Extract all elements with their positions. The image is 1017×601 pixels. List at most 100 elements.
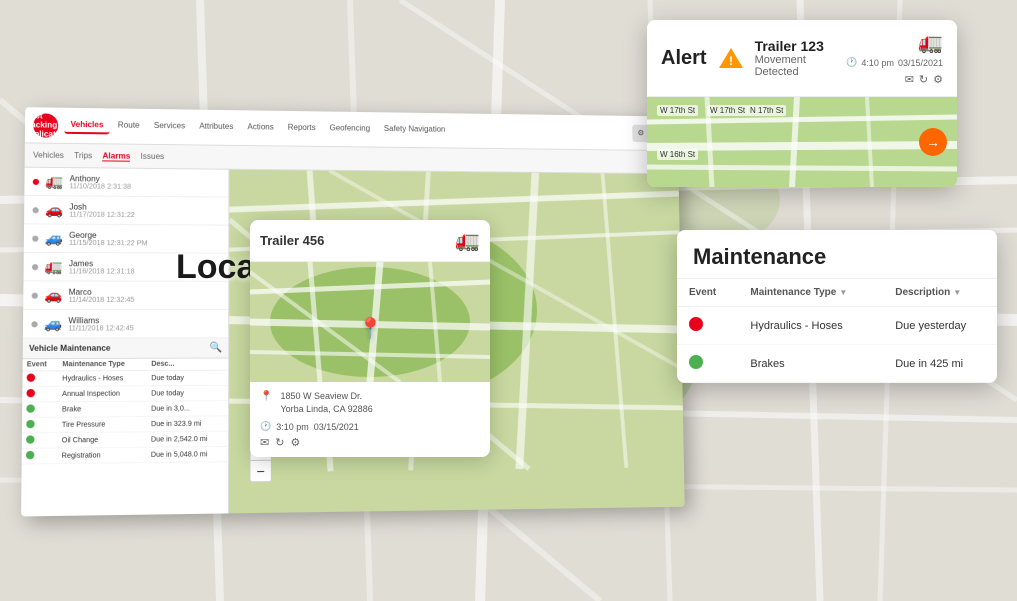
location-address-2: Yorba Linda, CA 92886 [280, 403, 372, 416]
nav-tab-route[interactable]: Route [112, 117, 146, 134]
maint-row-3[interactable]: Brake Due in 3,0... [22, 401, 228, 418]
truck-alert-icon: 🚛 [918, 30, 943, 55]
maint-col-event: Event [677, 279, 738, 307]
settings-card-icon[interactable]: ⚙ [290, 436, 300, 449]
street-label-2: N 17th St [747, 105, 786, 116]
mini-map-pin: 📍 [358, 316, 383, 341]
warning-triangle: ! [717, 46, 745, 70]
alert-title: Alert [661, 47, 707, 70]
sub-tab-issues[interactable]: Issues [141, 152, 165, 161]
col-desc: Desc... [147, 358, 228, 370]
event-dot-2 [27, 389, 35, 397]
maint-card-type-1: Hydraulics - Hoses [738, 307, 883, 345]
maint-card-desc-1: Due yesterday [883, 307, 997, 345]
event-dot-4 [26, 420, 34, 428]
logo-text: Fleet Tracking Application [23, 111, 68, 139]
maintenance-label: Vehicle Maintenance [29, 344, 111, 353]
maint-desc-2: Due today [147, 385, 228, 401]
nav-tab-services[interactable]: Services [148, 118, 191, 136]
maintenance-card: Maintenance Event Maintenance Type ▼ Des… [677, 230, 997, 383]
alert-navigate-button[interactable]: → [919, 128, 947, 156]
status-dot-4 [32, 264, 38, 270]
vehicle-time-3: 11/15/2018 12:31:22 PM [69, 239, 220, 247]
status-dot-5 [32, 292, 38, 298]
sidebar-vehicle-2[interactable]: 🚗 Josh 11/17/2018 12:31:22 [24, 196, 228, 226]
truck-icon: 🚛 [455, 228, 480, 253]
maintenance-sidebar-table: Event Maintenance Type Desc... Hydraulic… [22, 358, 229, 464]
maint-desc-6: Due in 5,048.0 mi [147, 446, 228, 462]
maint-row-4[interactable]: Tire Pressure Due in 323.9 mi [22, 416, 228, 433]
maint-card-dot-2 [689, 355, 703, 369]
desc-sort-icon[interactable]: ▼ [953, 288, 961, 297]
maint-card-desc-2: Due in 425 mi [883, 345, 997, 383]
maintenance-card-header: Maintenance [677, 230, 997, 279]
zoom-out-button[interactable]: − [251, 461, 271, 482]
maint-card-dot-1 [689, 317, 703, 331]
maintenance-card-row-2[interactable]: Brakes Due in 425 mi [677, 345, 997, 383]
vehicle-name-3: George [69, 230, 220, 240]
status-dot-2 [32, 207, 38, 213]
app-logo: Fleet Tracking Application [33, 113, 58, 137]
nav-tab-actions[interactable]: Actions [241, 119, 279, 136]
maint-desc-4: Due in 323.9 mi [147, 416, 228, 432]
nav-tab-reports[interactable]: Reports [282, 120, 322, 137]
search-icon[interactable]: 🔍 [209, 342, 222, 353]
alert-time: 4:10 pm [861, 58, 894, 68]
maint-type-4: Tire Pressure [58, 416, 147, 432]
sub-tab-alarms[interactable]: Alarms [102, 151, 130, 161]
alert-info: Trailer 123 Movement Detected [755, 38, 837, 78]
alert-meta: 🚛 🕐 4:10 pm 03/15/2021 ✉ ↻ ⚙ [846, 30, 943, 86]
clock-icon: 🕐 [260, 421, 271, 432]
maint-desc-1: Due today [147, 370, 228, 386]
vehicle-time-2: 11/17/2018 12:31:22 [69, 211, 220, 219]
sub-tab-vehicles[interactable]: Vehicles [33, 151, 64, 160]
maint-col-type: Maintenance Type ▼ [738, 279, 883, 307]
location-card-actions: ✉ ↻ ⚙ [260, 436, 480, 449]
alert-event: Movement Detected [755, 54, 837, 78]
type-sort-icon[interactable]: ▼ [839, 288, 847, 297]
vehicle-icon-5: 🚗 [44, 287, 62, 304]
maintenance-card-row-1[interactable]: Hydraulics - Hoses Due yesterday [677, 307, 997, 345]
alert-header: Alert ! Trailer 123 Movement Detected 🚛 … [647, 20, 957, 97]
location-date: 03/15/2021 [314, 422, 359, 432]
maint-desc-5: Due in 2,542.0 mi [147, 431, 228, 447]
vehicle-icon-6: 🚙 [44, 315, 62, 332]
alert-clock-icon: 🕐 [846, 57, 857, 68]
maint-type-6: Registration [57, 447, 146, 463]
maint-type-2: Annual Inspection [58, 386, 147, 402]
event-dot-3 [26, 404, 34, 412]
location-mini-map: 📍 [250, 262, 490, 382]
alert-settings-icon[interactable]: ⚙ [933, 73, 943, 86]
nav-tab-safety[interactable]: Safety Navigation [378, 121, 451, 139]
vehicle-time-5: 11/14/2018 12:32:45 [69, 296, 221, 303]
maint-row-1[interactable]: Hydraulics - Hoses Due today [22, 370, 228, 386]
svg-text:!: ! [729, 54, 733, 68]
alert-refresh-icon[interactable]: ↻ [919, 73, 928, 86]
alert-message-icon[interactable]: ✉ [905, 73, 914, 86]
location-address-1: 1850 W Seaview Dr. [280, 390, 372, 403]
vehicle-icon-3: 🚙 [45, 230, 63, 247]
maint-desc-3: Due in 3,0... [147, 401, 228, 417]
maint-row-6[interactable]: Registration Due in 5,048.0 mi [22, 446, 228, 464]
sidebar-vehicle-1[interactable]: 🚛 Anthony 11/10/2018 2:31:38 [24, 168, 228, 198]
maint-card-event-2 [677, 345, 738, 383]
maint-row-header: Event Maintenance Type Desc... [23, 358, 229, 371]
vehicle-time-6: 11/11/2018 12:42:45 [68, 325, 220, 332]
nav-tab-attributes[interactable]: Attributes [193, 119, 239, 136]
nav-tab-vehicles[interactable]: Vehicles [64, 117, 109, 135]
maint-type-3: Brake [58, 401, 147, 417]
sub-tab-trips[interactable]: Trips [74, 151, 92, 160]
message-icon[interactable]: ✉ [260, 436, 269, 449]
maint-type-5: Oil Change [58, 432, 147, 448]
vehicle-icon-2: 🚗 [45, 201, 63, 218]
maint-row-2[interactable]: Annual Inspection Due today [22, 385, 228, 402]
status-dot-6 [31, 321, 37, 327]
warning-icon: ! [717, 46, 745, 70]
status-dot-1 [33, 178, 39, 184]
alert-card: Alert ! Trailer 123 Movement Detected 🚛 … [647, 20, 957, 187]
nav-tab-geofencing[interactable]: Geofencing [324, 120, 376, 137]
sidebar-vehicle-6[interactable]: 🚙 Williams 11/11/2018 12:42:45 [23, 310, 228, 339]
alert-date: 03/15/2021 [898, 58, 943, 68]
refresh-icon[interactable]: ↻ [275, 436, 284, 449]
event-dot-1 [27, 374, 35, 382]
